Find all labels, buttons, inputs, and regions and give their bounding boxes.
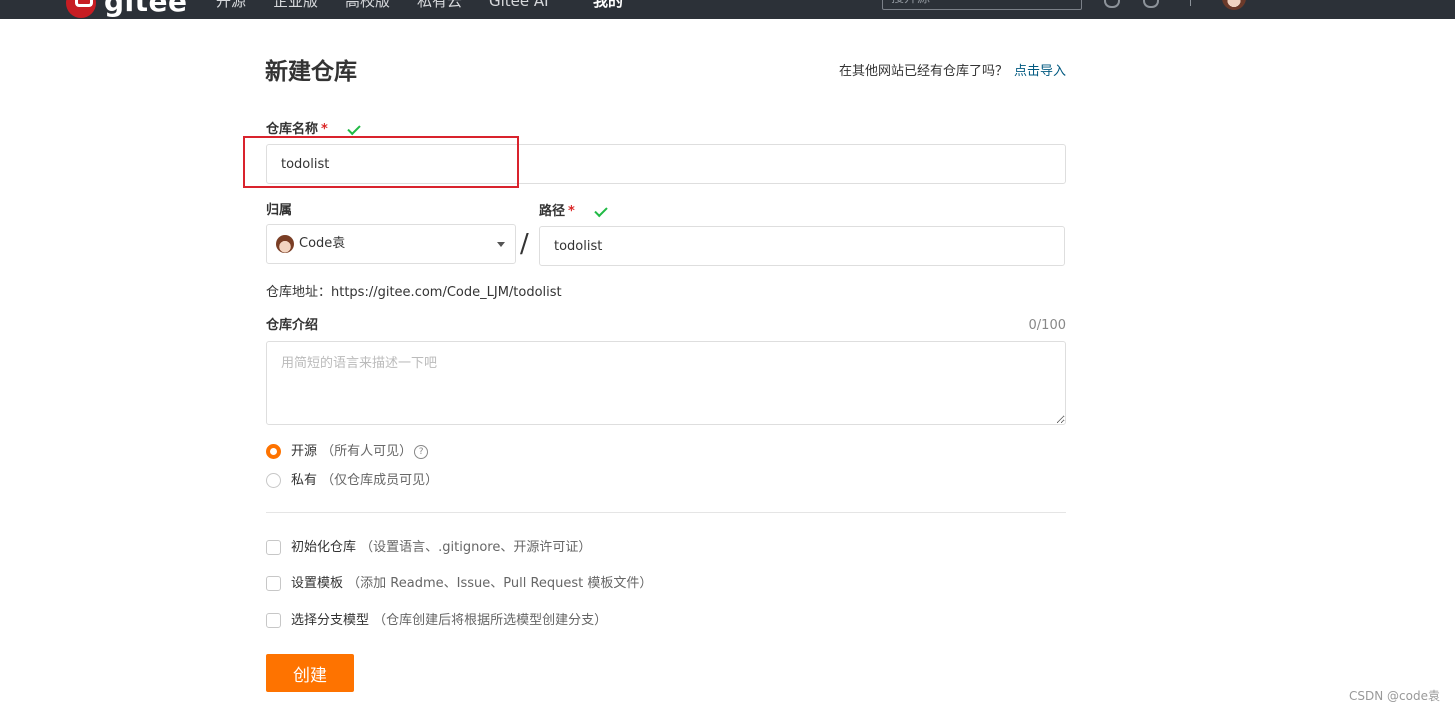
- import-hint: 在其他网站已经有仓库了吗？ 点击导入: [839, 63, 1066, 81]
- top-navbar: gitee 开源 企业版 高校版 私有云 Gitee AI 我的: [0, 0, 1455, 19]
- option-note: （添加 Readme、Issue、Pull Request 模板文件）: [347, 576, 653, 591]
- owner-label: 归属: [266, 203, 293, 218]
- required-mark: *: [321, 122, 328, 137]
- radio-public-text: 开源 （所有人可见）?: [291, 443, 429, 461]
- checkbox-branch-model[interactable]: [266, 613, 281, 628]
- intro-label: 仓库介绍: [266, 318, 319, 333]
- import-link[interactable]: 点击导入: [1014, 64, 1066, 79]
- bell-icon[interactable]: [1104, 0, 1120, 8]
- checkbox-init-repo[interactable]: [266, 540, 281, 555]
- radio-private-label: 私有: [291, 473, 318, 488]
- option-label: 初始化仓库: [291, 540, 357, 555]
- check-icon: [594, 203, 608, 218]
- intro-textarea[interactable]: [266, 341, 1066, 425]
- nav-item-enterprise[interactable]: 企业版: [273, 0, 318, 14]
- radio-private-text: 私有 （仅仓库成员可见）: [291, 472, 438, 490]
- intro-counter: 0/100: [1028, 318, 1066, 333]
- option-init-repo-text: 初始化仓库 （设置语言、.gitignore、开源许可证）: [291, 539, 591, 557]
- path-separator: /: [520, 229, 529, 259]
- nav-item-opensource[interactable]: 开源: [216, 0, 246, 14]
- repo-name-input[interactable]: [266, 144, 1066, 184]
- option-template-text: 设置模板 （添加 Readme、Issue、Pull Request 模板文件）: [291, 575, 652, 593]
- nav-item-mine[interactable]: 我的: [593, 0, 623, 14]
- radio-public-label: 开源: [291, 444, 318, 459]
- repo-name-label: 仓库名称 *: [266, 121, 328, 139]
- watermark: CSDN @code袁: [1349, 689, 1440, 703]
- path-input[interactable]: [539, 226, 1065, 266]
- owner-name: Code袁: [299, 236, 346, 251]
- user-avatar[interactable]: [1222, 0, 1246, 10]
- repo-url: 仓库地址：https://gitee.com/Code_LJM/todolist: [266, 285, 562, 300]
- section-divider: [266, 512, 1066, 513]
- repo-name-label-text: 仓库名称: [266, 122, 319, 137]
- option-note: （设置语言、.gitignore、开源许可证）: [360, 540, 592, 555]
- owner-avatar: [276, 235, 294, 253]
- search-input[interactable]: [882, 0, 1082, 10]
- nav-item-private-cloud[interactable]: 私有云: [417, 0, 462, 14]
- option-branch-model-text: 选择分支模型 （仓库创建后将根据所选模型创建分支）: [291, 612, 607, 630]
- path-label-text: 路径: [539, 204, 566, 219]
- path-label: 路径 *: [539, 203, 575, 221]
- required-mark: *: [568, 204, 575, 219]
- option-label: 设置模板: [291, 576, 344, 591]
- question-circle-icon[interactable]: ?: [414, 445, 429, 459]
- radio-public-note: （所有人可见）: [321, 444, 413, 459]
- chevron-down-icon: [497, 242, 505, 247]
- nav-item-education[interactable]: 高校版: [345, 0, 390, 14]
- check-icon: [347, 121, 361, 136]
- nav-item-gitee-ai[interactable]: Gitee AI: [489, 0, 549, 14]
- page-title: 新建仓库: [265, 59, 357, 85]
- import-hint-text: 在其他网站已经有仓库了吗？: [838, 64, 1008, 79]
- radio-private-button[interactable]: [266, 473, 281, 488]
- nav-divider: [1190, 0, 1191, 6]
- radio-private-note: （仅仓库成员可见）: [321, 473, 439, 488]
- gitee-logo-icon[interactable]: [66, 0, 96, 18]
- checkbox-template[interactable]: [266, 576, 281, 591]
- lightbulb-icon[interactable]: [1143, 0, 1159, 8]
- option-note: （仓库创建后将根据所选模型创建分支）: [373, 613, 608, 628]
- option-label: 选择分支模型: [291, 613, 370, 628]
- logo-text[interactable]: gitee: [104, 0, 188, 17]
- owner-select[interactable]: Code袁: [266, 224, 516, 264]
- create-button[interactable]: 创建: [266, 654, 354, 692]
- radio-public-button[interactable]: [266, 444, 281, 459]
